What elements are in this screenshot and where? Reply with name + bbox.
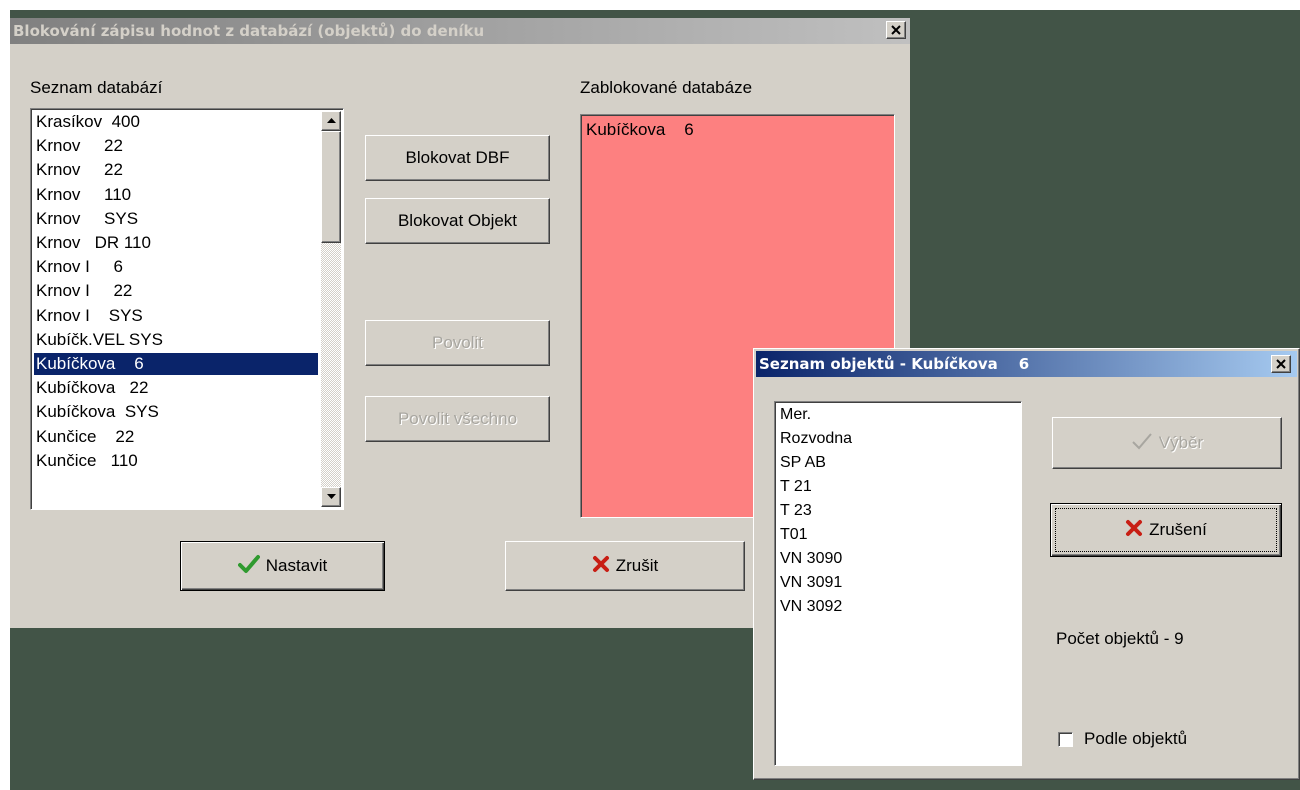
list-item[interactable]: VN 3090 <box>778 548 842 570</box>
objects-count: Počet objektů - 9 <box>1056 629 1184 648</box>
arrow-down-icon <box>327 494 336 499</box>
blocking-dialog-titlebar[interactable]: Blokování zápisu hodnot z databází (obje… <box>10 18 910 44</box>
list-item[interactable]: Krnov 22 <box>34 159 318 181</box>
set-button[interactable]: Nastavit <box>180 541 385 591</box>
list-item[interactable]: T 23 <box>778 500 812 522</box>
blocking-dialog-title: Blokování zápisu hodnot z databází (obje… <box>13 22 485 40</box>
close-button[interactable] <box>886 21 906 39</box>
list-item[interactable]: Krnov 110 <box>34 184 318 206</box>
objects-close-button[interactable] <box>1271 355 1291 373</box>
list-item[interactable]: Kunčice 22 <box>34 426 318 448</box>
databases-list[interactable]: Krasíkov 400 Krnov 22 Krnov 22 Krnov 110 Krn… <box>30 108 344 510</box>
close-icon <box>1276 359 1286 369</box>
checkmark-icon <box>1131 431 1153 456</box>
select-button[interactable]: Výběr <box>1052 417 1282 469</box>
list-item[interactable]: VN 3092 <box>778 596 842 618</box>
set-button-label: Nastavit <box>265 556 328 575</box>
allow-button[interactable]: Povolit <box>365 320 550 366</box>
objects-dialog-titlebar[interactable]: Seznam objektů - Kubíčkova 6 <box>756 351 1297 377</box>
cross-icon <box>592 555 610 578</box>
scroll-up-button[interactable] <box>321 111 341 131</box>
list-item[interactable]: Kubíčkova 6 <box>34 353 318 375</box>
list-item[interactable]: Kubíčkova 22 <box>34 377 318 399</box>
list-item[interactable]: Krnov DR 110 <box>34 232 318 254</box>
objects-cancel-button[interactable]: Zrušení <box>1050 503 1282 557</box>
list-item[interactable]: T 21 <box>778 476 812 498</box>
databases-scrollbar[interactable] <box>321 111 341 507</box>
scroll-thumb[interactable] <box>321 131 341 243</box>
databases-label: Seznam databází <box>30 78 163 97</box>
list-item[interactable]: Mer. <box>778 404 811 426</box>
objects-dialog: Seznam objektů - Kubíčkova 6 Mer. Rozvodn… <box>753 348 1300 780</box>
objects-dialog-title: Seznam objektů - Kubíčkova 6 <box>759 355 1030 373</box>
list-item[interactable]: VN 3091 <box>778 572 842 594</box>
list-item[interactable]: Kubíčkova SYS <box>34 401 318 423</box>
list-item[interactable]: Kunčice 110 <box>34 450 318 472</box>
block-object-button[interactable]: Blokovat Objekt <box>365 198 550 244</box>
cancel-button[interactable]: Zrušit <box>505 541 745 591</box>
by-objects-checkbox[interactable] <box>1058 732 1073 747</box>
list-item[interactable]: Krnov 22 <box>34 135 318 157</box>
scroll-down-button[interactable] <box>321 487 341 507</box>
blocked-databases-label: Zablokované databáze <box>580 78 753 97</box>
list-item[interactable]: Krasíkov 400 <box>34 111 318 133</box>
select-button-label: Výběr <box>1158 433 1204 452</box>
list-item[interactable]: Rozvodna <box>778 428 852 450</box>
cancel-button-label: Zrušit <box>615 556 659 575</box>
focus-rect <box>1055 508 1277 552</box>
checkmark-icon <box>237 554 260 579</box>
list-item[interactable]: Kubíčkova 6 <box>584 119 694 141</box>
list-item[interactable]: Krnov I SYS <box>34 305 318 327</box>
list-item[interactable]: Krnov I 6 <box>34 256 318 278</box>
close-icon <box>891 25 901 35</box>
objects-list[interactable]: Mer. Rozvodna SP AB T 21 T 23 T01 VN 3090 VN 30… <box>774 401 1022 766</box>
arrow-up-icon <box>327 118 336 123</box>
list-item[interactable]: Krnov I 22 <box>34 280 318 302</box>
allow-all-button[interactable]: Povolit všechno <box>365 396 550 442</box>
list-item[interactable]: Kubíčk.VEL SYS <box>34 329 318 351</box>
by-objects-label[interactable]: Podle objektů <box>1084 729 1187 749</box>
list-item[interactable]: T01 <box>778 524 808 546</box>
list-item[interactable]: Krnov SYS <box>34 208 318 230</box>
block-dbf-button[interactable]: Blokovat DBF <box>365 135 550 181</box>
list-item[interactable]: SP AB <box>778 452 826 474</box>
